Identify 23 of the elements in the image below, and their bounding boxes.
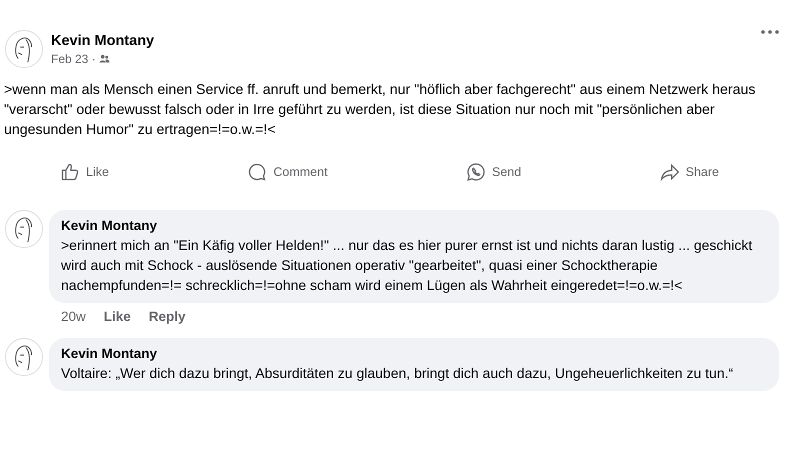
- comment-text: >erinnert mich an "Ein Käfig voller Helden!" ... nur das es hier purer ernst ist und nichts daran lustig ... geschickt wird auch mit Schock - auslösende Situationen operativ "gearbeitet", quasi einer Schocktherapie nachempfunden=!= schrecklich=!=ohne scham wird einem Lügen als Wahrheit eingeredet=!=o.w.=!<: [61, 236, 754, 295]
- comment-text: Voltaire: „Wer dich dazu bringt, Absurditäten zu glauben, bringt dich auch dazu, Ungeheuerlichkeiten zu tun.“: [61, 364, 734, 383]
- share-arrow-icon: [660, 162, 680, 182]
- send-button[interactable]: Send: [466, 158, 522, 186]
- reply-link[interactable]: Reply: [148, 309, 186, 324]
- people-icon: [98, 54, 110, 63]
- post-date: Feb 23 ·: [51, 52, 96, 66]
- comment-author[interactable]: Kevin Montany: [61, 345, 767, 363]
- like-button[interactable]: Like: [60, 158, 109, 186]
- comment-time: 20w: [61, 309, 86, 324]
- author-name[interactable]: Kevin Montany: [51, 32, 753, 48]
- phone-bubble-icon: [466, 162, 486, 182]
- avatar-icon[interactable]: [5, 30, 43, 68]
- avatar-icon[interactable]: [5, 210, 43, 248]
- post-text: >wenn man als Mensch einen Service ff. anruft und bemerkt, nur "höflich aber fachgerecht" aus einem Netzwerk heraus "verarscht" oder bewusst falsch oder in Irre geführt zu werden, ist diese Situation nur noch mit "persönlichen aber ungesunden Humor" zu ertragen=!=o.w.=!<: [3, 81, 757, 140]
- comment-button[interactable]: Comment: [247, 158, 328, 186]
- speech-bubble-icon: [247, 162, 268, 182]
- comment-author[interactable]: Kevin Montany: [61, 217, 767, 235]
- like-link[interactable]: Like: [104, 309, 131, 324]
- thumbs-up-icon: [60, 162, 80, 182]
- more-options-icon[interactable]: [761, 30, 779, 34]
- avatar-icon[interactable]: [5, 338, 43, 376]
- share-button[interactable]: Share: [660, 158, 719, 186]
